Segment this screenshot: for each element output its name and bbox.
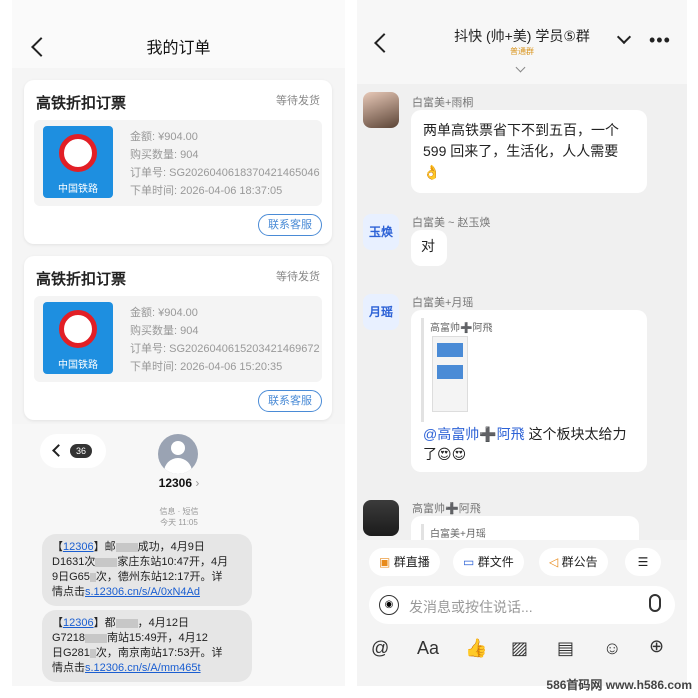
like-icon[interactable]: 👍 [465,638,487,659]
orders-header: 我的订单 [12,0,345,68]
order-quantity: 购买数量: 904 [130,149,199,161]
expand-chevron-icon[interactable] [515,62,526,73]
group-live-button[interactable]: ▣ 群直播 [369,548,440,576]
order-item[interactable]: 中国铁路 金额: ¥904.00 购买数量: 904 订单号: SG202604… [34,296,322,382]
mention-link[interactable]: @高富帅➕阿飛 [423,426,525,442]
contact-service-button[interactable]: 联系客服 [258,390,322,412]
sms-time: 今天 11:05 [160,518,198,527]
order-card[interactable]: 高铁折扣订票 等待发货 中国铁路 金额: ¥904.00 购买数量: 904 订… [24,256,332,420]
watermark: 586首码网 www.h586.com [546,678,692,692]
font-icon[interactable]: Aa [417,638,439,659]
screenshot-icon[interactable]: ▤ [557,638,574,659]
redacted-block [115,542,138,552]
redacted-block [115,618,138,628]
avatar[interactable]: 玉焕 [363,214,399,250]
avatar[interactable] [363,500,399,536]
order-item[interactable]: 中国铁路 金额: ¥904.00 购买数量: 904 订单号: SG202604… [34,120,322,206]
order-number: 订单号: SG20260406183704214650​46 [130,167,320,179]
message-sender: 白富美 ~ 赵玉焕 [412,217,491,229]
redacted-block [95,557,118,567]
redacted-block [85,633,108,643]
china-railway-logo: 中国铁路 [43,302,113,374]
order-time: 下单时间: 2026-04-06 15:20:35 [130,361,283,373]
sms-sender[interactable]: 12306 › [144,476,214,490]
back-icon [52,444,65,457]
image-icon[interactable]: ▨ [511,638,528,659]
input-placeholder: 发消息或按住说话... [409,599,533,615]
message-text: @高富帅➕阿飛 这个板块太给力了😍😍 [423,426,627,462]
message-bubble[interactable]: 高富帅➕阿飛 @高富帅➕阿飛 这个板块太给力了😍😍 [411,310,647,472]
order-status: 等待发货 [276,95,320,107]
order-quantity: 购买数量: 904 [130,325,199,337]
input-tools-row: @ Aa 👍 ▨ ▤ ☺ ⊕ [357,636,687,666]
folder-icon: ▭ [463,555,475,569]
contact-service-button[interactable]: 联系客服 [258,214,322,236]
group-type-badge: 普通群 [510,47,534,56]
plus-icon[interactable]: ⊕ [649,636,664,657]
message-input[interactable]: ◉ 发消息或按住说话... [369,586,675,624]
message-sender: 高富帅➕阿飛 [412,503,481,515]
live-icon: ▣ [379,555,391,569]
quoted-image-thumbnail[interactable] [432,336,468,412]
page-title: 我的订单 [146,40,211,57]
order-card[interactable]: 高铁折扣订票 等待发货 中国铁路 金额: ¥904.00 购买数量: 904 订… [24,80,332,244]
sms-message[interactable]: 【12306】邮 成功，4月9日 D1631次 家庄东站10:47开，4月 9日G6… [42,534,252,606]
hamburger-icon: ☰ [637,555,649,569]
sms-conversation: 36 12306 › 信息 · 短信 今天 11:05 【12306】邮 成功，4… [12,424,345,686]
message-sender: 白富美+月瑶 [412,297,474,309]
sms-link[interactable]: 12306 [63,617,94,629]
sms-meta: 信息 · 短信 [159,507,199,516]
contact-avatar[interactable] [158,434,198,474]
unread-badge: 36 [70,444,93,458]
avatar[interactable] [363,92,399,128]
orders-panel: 我的订单 高铁折扣订票 等待发货 中国铁路 金额: ¥904.00 购买数量: … [12,0,345,686]
sms-link[interactable]: s.12306.cn/s/A/mm465t [85,662,201,674]
order-amount: 金额: ¥904.00 [130,307,198,319]
more-menu-icon[interactable]: ••• [649,30,671,51]
order-amount: 金额: ¥904.00 [130,131,198,143]
emoji-icon[interactable]: ☺ [603,638,621,659]
back-icon[interactable] [374,33,394,53]
order-status: 等待发货 [276,271,320,283]
railway-emblem-icon [59,310,97,348]
order-number: 订单号: SG20260406152034214696​72 [130,343,320,355]
order-title: 高铁折扣订票 [36,271,127,288]
chat-header: 抖快 (帅+美) 学员⑤群 普通群 ••• [357,0,687,84]
voice-toggle-icon[interactable]: ◉ [379,595,399,615]
announcement-icon: ◁ [549,555,559,569]
china-railway-logo: 中国铁路 [43,126,113,198]
at-icon[interactable]: @ [371,638,389,659]
message-sender: 白富美+雨桐 [412,97,474,109]
railway-emblem-icon [59,134,97,172]
group-name[interactable]: 抖快 (帅+美) 学员⑤群 [417,26,627,46]
sms-link[interactable]: s.12306.cn/s/A/0xN4Ad [85,586,200,598]
sms-back-button[interactable]: 36 [40,434,106,468]
message-bubble[interactable]: 两单高铁票省下不到五百，一个599 回来了，生活化，人人需要 👌 [411,110,647,193]
order-time: 下单时间: 2026-04-06 18:37:05 [130,185,283,197]
more-tools-button[interactable]: ☰ [625,548,661,576]
group-files-button[interactable]: ▭ 群文件 [453,548,524,576]
ok-hand-emoji: 👌 [423,164,441,180]
microphone-icon[interactable] [649,594,661,612]
logo-label: 中国铁路 [58,360,98,371]
order-title: 高铁折扣订票 [36,95,127,112]
avatar[interactable]: 月瑶 [363,294,399,330]
heart-eyes-emoji: 😍😍 [437,446,467,462]
sms-link[interactable]: 12306 [63,541,94,553]
message-bubble[interactable]: 对 [411,230,447,266]
chat-panel: 抖快 (帅+美) 学员⑤群 普通群 ••• 白富美+雨桐 两单高铁票省下不到五百… [357,0,687,686]
person-head-icon [171,441,185,455]
thumbnail-content [437,365,463,379]
group-announcement-button[interactable]: ◁ 群公告 [539,548,608,576]
thumbnail-content [437,343,463,357]
logo-label: 中国铁路 [58,184,98,195]
quoted-message[interactable]: 高富帅➕阿飛 [421,318,637,422]
sms-message[interactable]: 【12306】都 ，4月12日 G7218 南站15:49开，4月12 日G281 次… [42,610,252,682]
person-body-icon [164,458,192,474]
